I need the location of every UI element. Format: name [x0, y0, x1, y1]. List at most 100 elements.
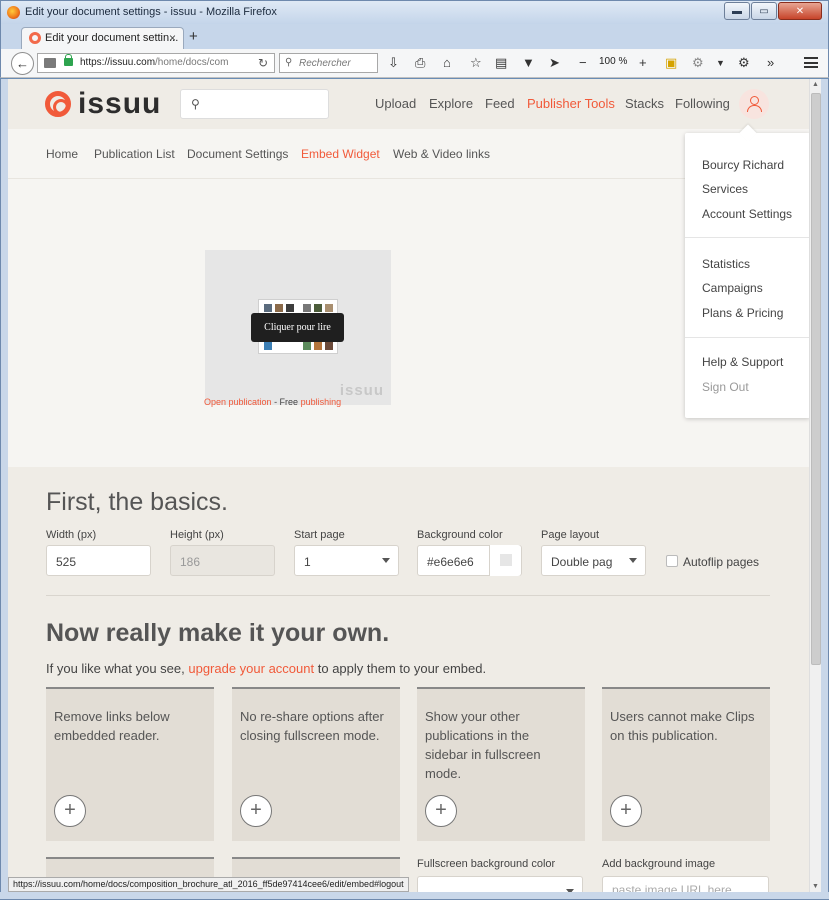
- embed-footer-links: Open publication - Free publishing: [204, 397, 342, 407]
- add-feature-plus-icon[interactable]: +: [425, 795, 457, 827]
- site-header: issuu ⚲ Upload Explore Feed Publisher To…: [8, 79, 809, 129]
- section-divider: [46, 595, 770, 596]
- width-label: Width (px): [46, 529, 97, 541]
- zoom-out-icon[interactable]: −: [579, 55, 587, 71]
- search-placeholder: Rechercher: [299, 58, 351, 69]
- window-title: Edit your document settings - issuu - Mo…: [25, 6, 277, 18]
- issuu-logo-icon[interactable]: [45, 91, 71, 117]
- subnav-publication-list[interactable]: Publication List: [94, 147, 175, 161]
- bookmark-star-icon[interactable]: ☆: [470, 55, 482, 71]
- add-feature-plus-icon[interactable]: +: [240, 795, 272, 827]
- issuu-logo-text[interactable]: issuu: [78, 87, 161, 121]
- addon-icon[interactable]: ⚙: [692, 55, 704, 71]
- menu-item-campaigns[interactable]: Campaigns: [702, 281, 763, 295]
- window-titlebar: Edit your document settings - issuu - Mo…: [0, 0, 829, 24]
- new-tab-button[interactable]: +: [189, 28, 198, 45]
- tab-close-icon[interactable]: ×: [169, 31, 176, 45]
- height-label: Height (px): [170, 529, 224, 541]
- page-scrollbar[interactable]: ▲ ▼: [809, 79, 821, 892]
- reload-icon[interactable]: ↻: [258, 56, 268, 70]
- basics-section: First, the basics. Width (px) 525 Height…: [8, 467, 809, 892]
- downloads-icon[interactable]: ⇩: [388, 55, 399, 71]
- autoflip-checkbox[interactable]: [666, 555, 678, 567]
- embed-preview[interactable]: Cliquer pour lire issuu: [205, 250, 391, 405]
- menu-item-help-support[interactable]: Help & Support: [702, 355, 783, 369]
- feature-card: Remove links below embedded reader. +: [46, 687, 214, 841]
- page-layout-select[interactable]: Double pag: [541, 545, 646, 576]
- nav-publisher-tools[interactable]: Publisher Tools: [527, 96, 615, 111]
- hamburger-menu-icon[interactable]: [804, 57, 818, 68]
- maximize-button[interactable]: ▭: [751, 2, 777, 20]
- tab-strip: Edit your document settin... × +: [0, 24, 829, 49]
- fullscreen-bg-color-select[interactable]: [417, 876, 583, 892]
- autoflip-label[interactable]: Autoflip pages: [683, 555, 759, 569]
- menu-divider: [685, 237, 809, 238]
- window-frame-left: [0, 79, 8, 900]
- scrollbar-thumb[interactable]: [811, 93, 821, 665]
- nav-feed[interactable]: Feed: [485, 96, 515, 111]
- menu-item-plans-pricing[interactable]: Plans & Pricing: [702, 306, 783, 320]
- zoom-in-icon[interactable]: +: [639, 55, 647, 71]
- nav-stacks[interactable]: Stacks: [625, 96, 664, 111]
- status-bar-url: https://issuu.com/home/docs/composition_…: [8, 877, 409, 892]
- feature-card: No re-share options after closing fullsc…: [232, 687, 400, 841]
- home-icon[interactable]: ⌂: [443, 55, 451, 71]
- browser-tab[interactable]: Edit your document settin... ×: [21, 27, 184, 49]
- open-publication-link[interactable]: Open publication: [204, 397, 272, 407]
- nav-following[interactable]: Following: [675, 96, 730, 111]
- customize-heading: Now really make it your own.: [46, 619, 390, 647]
- browser-search-field[interactable]: ⚲ Rechercher: [279, 53, 378, 73]
- menu-item-username[interactable]: Bourcy Richard: [702, 158, 784, 172]
- search-icon: ⚲: [191, 97, 200, 111]
- user-account-icon[interactable]: [739, 89, 769, 119]
- search-icon: ⚲: [285, 57, 293, 68]
- nav-upload[interactable]: Upload: [375, 96, 416, 111]
- background-image-url-input[interactable]: paste image URL here: [602, 876, 769, 892]
- firefox-icon: [7, 6, 20, 19]
- menu-item-sign-out[interactable]: Sign Out: [702, 380, 749, 394]
- height-input: 186: [170, 545, 275, 576]
- color-swatch[interactable]: [489, 545, 521, 576]
- minimize-button[interactable]: ▬: [724, 2, 750, 20]
- nav-explore[interactable]: Explore: [429, 96, 473, 111]
- close-window-button[interactable]: ✕: [778, 2, 822, 20]
- fullscreen-bg-color-label: Fullscreen background color: [417, 858, 556, 870]
- subnav-embed-widget[interactable]: Embed Widget: [301, 147, 380, 161]
- menu-item-services[interactable]: Services: [702, 182, 748, 196]
- width-input[interactable]: 525: [46, 545, 151, 576]
- upgrade-prompt: If you like what you see, upgrade your a…: [46, 661, 487, 676]
- reader-list-icon[interactable]: ▤: [495, 55, 507, 71]
- overflow-chevron-icon[interactable]: »: [767, 55, 774, 71]
- pocket-icon[interactable]: ▼: [522, 55, 535, 71]
- add-feature-plus-icon[interactable]: +: [54, 795, 86, 827]
- chevron-down-icon: [566, 889, 574, 892]
- page-info-icon[interactable]: [44, 58, 56, 68]
- url-bar[interactable]: https://issuu.com/home/docs/com ↻: [37, 53, 275, 73]
- scroll-up-icon[interactable]: ▲: [812, 81, 819, 88]
- upgrade-account-link[interactable]: upgrade your account: [188, 661, 314, 676]
- user-dropdown-menu: Bourcy Richard Services Account Settings…: [685, 133, 809, 418]
- menu-item-statistics[interactable]: Statistics: [702, 257, 750, 271]
- scroll-down-icon[interactable]: ▼: [812, 883, 819, 890]
- menu-item-account-settings[interactable]: Account Settings: [702, 207, 792, 221]
- click-to-read-button[interactable]: Cliquer pour lire: [251, 313, 344, 342]
- extension-icon[interactable]: ▣: [665, 55, 677, 71]
- background-color-input[interactable]: #e6e6e6: [417, 545, 522, 576]
- print-icon[interactable]: ⎙: [415, 55, 425, 71]
- publishing-link[interactable]: publishing: [301, 397, 342, 407]
- site-search-input[interactable]: ⚲: [180, 89, 329, 119]
- subnav-web-video-links[interactable]: Web & Video links: [393, 147, 490, 161]
- start-page-label: Start page: [294, 529, 345, 541]
- subnav-document-settings[interactable]: Document Settings: [187, 147, 288, 161]
- settings-gear-icon[interactable]: ⚙: [738, 55, 750, 71]
- add-background-image-label: Add background image: [602, 858, 716, 870]
- feature-card-text: No re-share options after closing fullsc…: [240, 709, 384, 743]
- send-icon[interactable]: ➤: [549, 55, 560, 71]
- zoom-level[interactable]: 100 %: [599, 56, 627, 67]
- subnav-home[interactable]: Home: [46, 147, 78, 161]
- addon-dropdown-icon[interactable]: ▼: [716, 55, 725, 71]
- back-button[interactable]: ←: [11, 52, 34, 75]
- add-feature-plus-icon[interactable]: +: [610, 795, 642, 827]
- browser-toolbar: ← https://issuu.com/home/docs/com ↻ ⚲ Re…: [0, 49, 829, 78]
- start-page-select[interactable]: 1: [294, 545, 399, 576]
